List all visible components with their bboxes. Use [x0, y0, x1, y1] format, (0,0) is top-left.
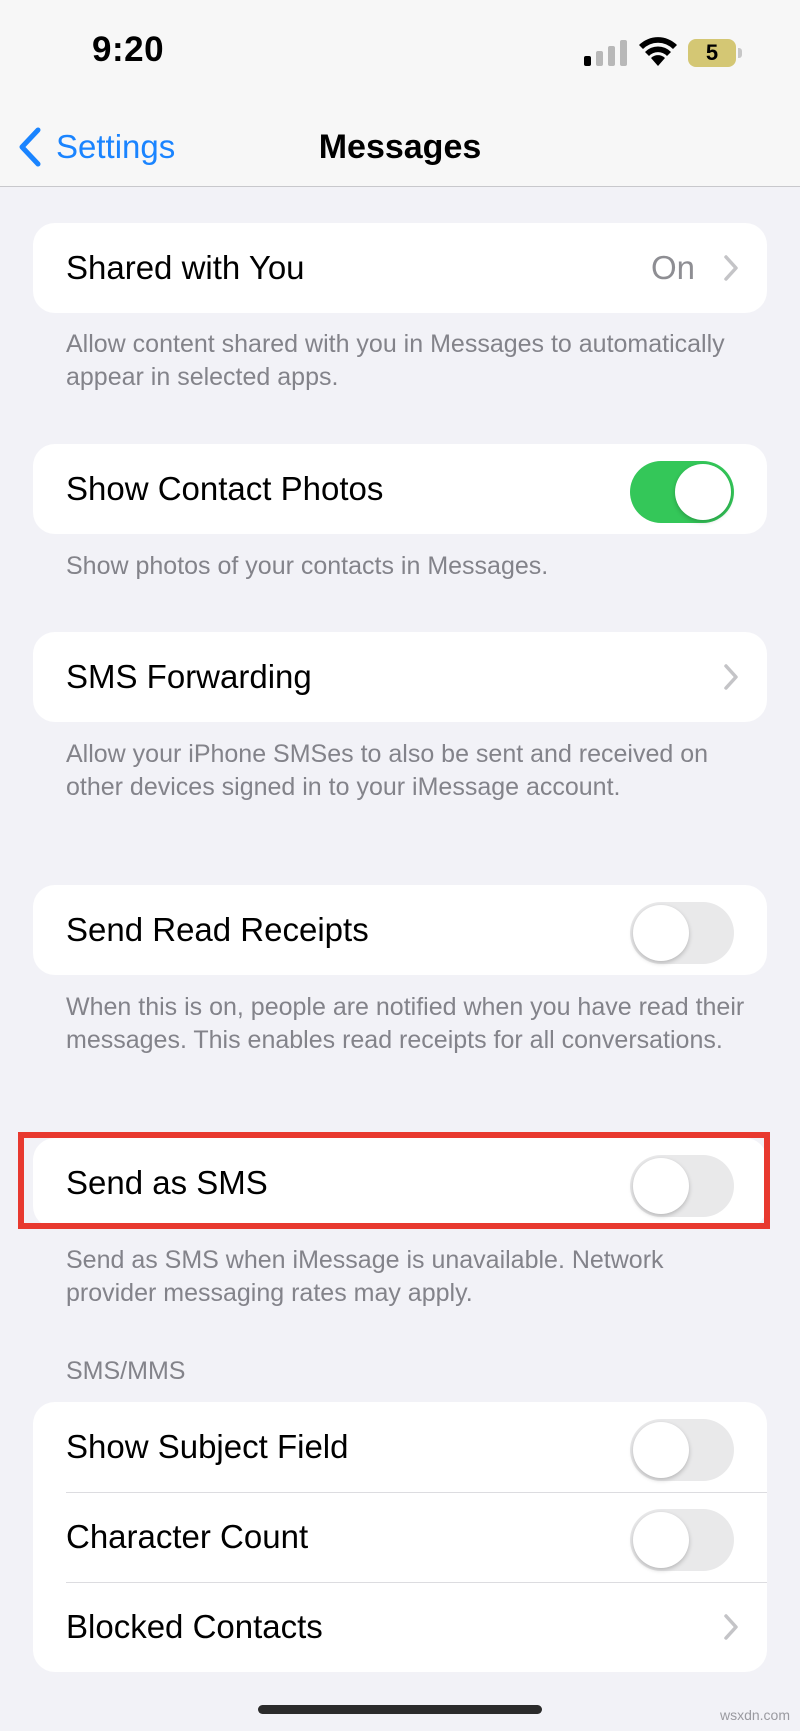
status-bar: 9:20 5 — [0, 0, 800, 110]
shared-with-you-footer: Allow content shared with you in Message… — [66, 330, 725, 391]
show-contact-photos-label: Show Contact Photos — [66, 470, 384, 507]
cellular-signal-icon — [584, 40, 628, 66]
character-count-toggle[interactable] — [630, 1509, 734, 1571]
send-as-sms-highlight-box — [18, 1132, 770, 1229]
character-count-label: Character Count — [66, 1518, 309, 1555]
sms-forwarding-footer: Allow your iPhone SMSes to also be sent … — [66, 740, 709, 801]
show-contact-photos-group: Show Contact Photos — [33, 444, 767, 534]
show-subject-field-row: Show Subject Field — [33, 1402, 767, 1492]
home-indicator[interactable] — [258, 1705, 542, 1714]
sms-mms-group: Show Subject Field Character Count Block… — [33, 1402, 767, 1672]
battery-icon: 5 — [688, 39, 744, 67]
shared-with-you-value: On — [650, 249, 695, 286]
wifi-icon — [639, 37, 677, 66]
character-count-row: Character Count — [33, 1492, 767, 1582]
show-contact-photos-row: Show Contact Photos — [33, 444, 767, 534]
sms-forwarding-row[interactable]: SMS Forwarding — [33, 632, 767, 722]
send-as-sms-footer: Send as SMS when iMessage is unavailable… — [66, 1246, 664, 1307]
send-read-receipts-label: Send Read Receipts — [66, 911, 369, 948]
show-contact-photos-footer: Show photos of your contacts in Messages… — [66, 552, 549, 580]
navigation-bar: Settings Messages — [0, 110, 800, 187]
chevron-right-icon — [724, 664, 738, 690]
send-read-receipts-group: Send Read Receipts — [33, 885, 767, 975]
sms-forwarding-group: SMS Forwarding — [33, 632, 767, 722]
chevron-right-icon — [724, 255, 738, 281]
send-read-receipts-toggle[interactable] — [630, 902, 734, 964]
show-contact-photos-toggle[interactable] — [630, 461, 734, 523]
battery-level: 5 — [705, 40, 719, 65]
sms-forwarding-label: SMS Forwarding — [66, 658, 312, 695]
show-subject-field-toggle[interactable] — [630, 1419, 734, 1481]
chevron-right-icon — [724, 1614, 738, 1640]
shared-with-you-label: Shared with You — [66, 249, 305, 286]
status-time: 9:20 — [92, 30, 165, 69]
sms-mms-section-header: SMS/MMS — [66, 1357, 186, 1385]
shared-with-you-group: Shared with You On — [33, 223, 767, 313]
blocked-contacts-label: Blocked Contacts — [66, 1608, 323, 1645]
blocked-contacts-row[interactable]: Blocked Contacts — [33, 1582, 767, 1672]
send-read-receipts-footer: When this is on, people are notified whe… — [66, 993, 745, 1054]
watermark: wsxdn.com — [719, 1707, 790, 1723]
send-read-receipts-row: Send Read Receipts — [33, 885, 767, 975]
shared-with-you-row[interactable]: Shared with You On — [33, 223, 767, 313]
page-title: Messages — [318, 128, 482, 166]
show-subject-field-label: Show Subject Field — [66, 1428, 349, 1465]
